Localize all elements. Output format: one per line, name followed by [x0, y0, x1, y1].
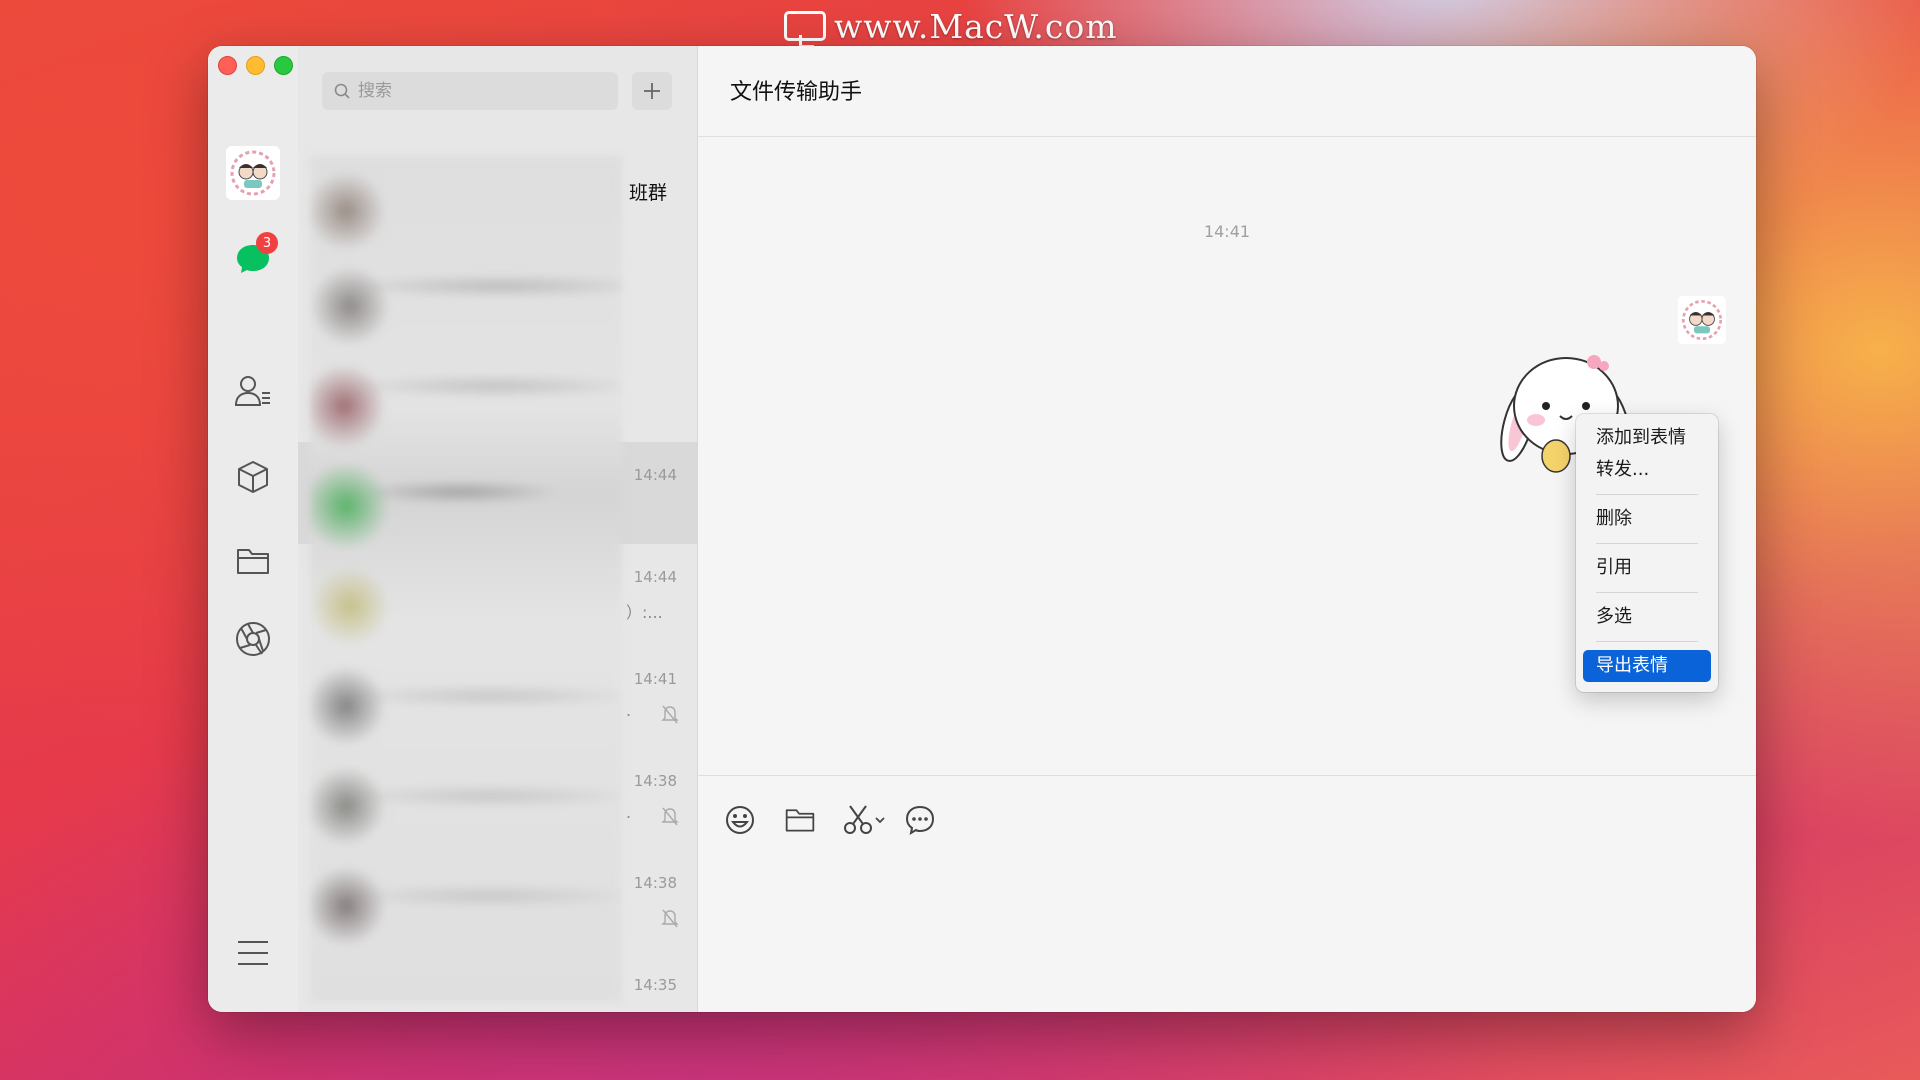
nav-contacts-button[interactable] — [230, 368, 276, 414]
chat-name: 班群 — [628, 182, 667, 204]
menu-item-add-to-stickers[interactable]: 添加到表情 — [1576, 422, 1718, 454]
menu-divider — [1596, 494, 1698, 495]
menu-item-quote[interactable]: 引用 — [1576, 552, 1718, 584]
search-box[interactable] — [322, 72, 618, 110]
contacts-icon — [234, 376, 270, 406]
chat-history-button[interactable] — [900, 800, 940, 840]
folder-icon — [237, 549, 269, 574]
watermark: www.MacW.com — [784, 6, 1118, 48]
menu-divider — [1596, 592, 1698, 593]
maximize-window-button[interactable] — [274, 56, 293, 75]
blurred-chat-previews — [310, 156, 622, 1002]
unread-badge: 3 — [256, 232, 278, 254]
folder-icon — [785, 809, 815, 832]
chat-preview: . — [626, 701, 632, 720]
chat-time: 14:38 — [633, 772, 677, 790]
send-file-button[interactable] — [780, 800, 820, 840]
chat-history-icon — [905, 805, 935, 836]
chat-preview: ）:... — [626, 603, 663, 622]
chevron-down-icon — [875, 817, 885, 824]
wechat-window: 3 搜索 班群 14:44 14:44 ）:... 14:41 . 14:38 … — [208, 46, 1756, 1012]
nav-files-button[interactable] — [230, 538, 276, 584]
chat-time: 14:41 — [633, 670, 677, 688]
chat-preview: . — [626, 803, 632, 822]
emoji-button[interactable] — [720, 800, 760, 840]
menu-divider — [1596, 641, 1698, 642]
muted-bell-icon — [661, 705, 679, 724]
chat-time: 14:38 — [633, 874, 677, 892]
close-window-button[interactable] — [218, 56, 237, 75]
muted-bell-icon — [661, 807, 679, 826]
chat-time: 14:35 — [633, 976, 677, 994]
menu-item-delete[interactable]: 删除 — [1576, 503, 1718, 535]
cube-icon — [238, 461, 268, 493]
chat-time: 14:44 — [633, 466, 677, 484]
message-avatar[interactable] — [1678, 296, 1726, 344]
input-area[interactable] — [698, 775, 1756, 1012]
emoji-icon — [726, 806, 754, 834]
user-avatar[interactable] — [226, 146, 280, 200]
traffic-lights — [218, 56, 293, 75]
chat-time: 14:44 — [633, 568, 677, 586]
nav-chats-button[interactable]: 3 — [230, 232, 278, 282]
plus-icon — [644, 83, 660, 99]
sidebar-nav: 3 — [208, 46, 298, 1012]
add-button[interactable] — [632, 72, 672, 110]
chat-title: 文件传输助手 — [730, 80, 863, 105]
search-icon — [334, 83, 350, 99]
aperture-icon — [236, 622, 270, 656]
minimize-window-button[interactable] — [246, 56, 265, 75]
watermark-text: www.MacW.com — [834, 6, 1118, 46]
nav-favorites-button[interactable] — [230, 454, 276, 500]
screenshot-button[interactable] — [840, 800, 890, 840]
chat-header: 文件传输助手 — [698, 46, 1756, 137]
scissors-icon — [844, 805, 885, 834]
nav-more-button[interactable] — [230, 930, 276, 976]
menu-item-export-sticker[interactable]: 导出表情 — [1583, 650, 1711, 682]
menu-item-multi-select[interactable]: 多选 — [1576, 601, 1718, 633]
conversation-list: 班群 14:44 14:44 ）:... 14:41 . 14:38 . — [298, 46, 698, 1012]
nav-moments-button[interactable] — [230, 616, 276, 662]
context-menu: 添加到表情 转发... 删除 引用 多选 导出表情 — [1576, 414, 1718, 692]
message-timestamp: 14:41 — [1203, 222, 1251, 241]
menu-divider — [1596, 543, 1698, 544]
menu-item-forward[interactable]: 转发... — [1576, 454, 1718, 486]
monitor-icon — [784, 11, 826, 48]
muted-bell-icon — [661, 909, 679, 928]
search-input[interactable] — [356, 80, 600, 102]
menu-icon — [238, 941, 268, 965]
